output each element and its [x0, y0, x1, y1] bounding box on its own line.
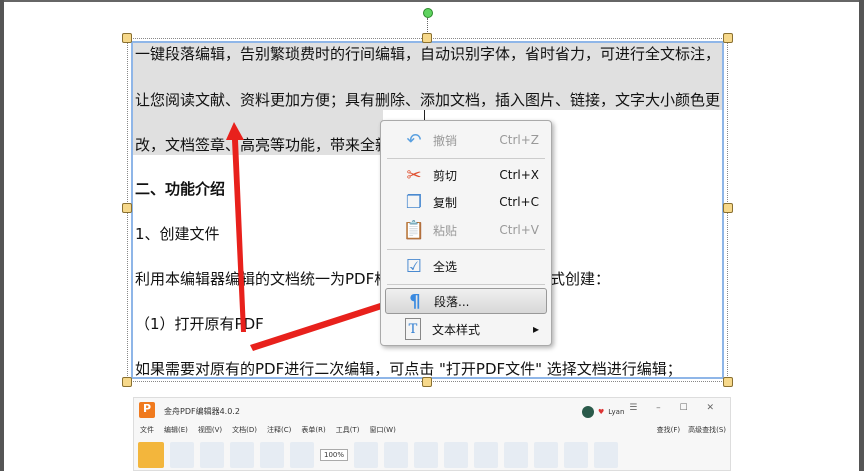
advanced-find-button[interactable]: 高级查找(S)	[688, 425, 726, 435]
edit-form-icon[interactable]	[444, 442, 469, 468]
app-screenshot: P 金舟PDF编辑器4.0.2 ♥ Lyan ☰ – ☐ ✕ 文件 编辑(E) …	[133, 397, 731, 471]
undo-icon: ↶	[406, 129, 422, 151]
paste-icon: 📋	[402, 219, 426, 241]
line-icon[interactable]	[504, 442, 529, 468]
measure-icon[interactable]	[594, 442, 619, 468]
shape-icon[interactable]	[534, 442, 559, 468]
menu-item-cut[interactable]: ✂ 剪切 Ctrl+X	[385, 162, 547, 188]
undo-redo-icon[interactable]	[200, 442, 224, 468]
find-button[interactable]: 查找(F)	[657, 425, 681, 435]
menu-separator	[387, 249, 545, 250]
context-menu: ↶ 撤销 Ctrl+Z ✂ 剪切 Ctrl+X ❐ 复制 Ctrl+C 📋 粘贴…	[380, 120, 552, 346]
menu-item-undo[interactable]: ↶ 撤销 Ctrl+Z	[385, 127, 547, 153]
page-icon[interactable]	[290, 442, 314, 468]
menu-view[interactable]: 视图(V)	[198, 425, 222, 435]
arrow-up	[226, 122, 246, 332]
user-info[interactable]: ♥ Lyan	[582, 406, 624, 418]
menu-item-copy[interactable]: ❐ 复制 Ctrl+C	[385, 189, 547, 215]
zoom-in-icon[interactable]	[354, 442, 379, 468]
zoom-select[interactable]: 100%	[320, 449, 349, 461]
menu-form[interactable]: 表单(R)	[301, 425, 325, 435]
copy-icon: ❐	[405, 191, 423, 213]
paragraph-icon: ¶	[409, 290, 421, 312]
text-style-icon: T	[405, 318, 421, 340]
menu-bar: 文件 编辑(E) 视图(V) 文档(D) 注释(C) 表单(R) 工具(T) 窗…	[140, 425, 396, 435]
menu-document[interactable]: 文档(D)	[232, 425, 257, 435]
toolbar: 100%	[134, 439, 730, 471]
menu-edit[interactable]: 编辑(E)	[164, 425, 188, 435]
menu-window[interactable]: 窗口(W)	[369, 425, 395, 435]
highlight-icon[interactable]	[474, 442, 499, 468]
select-all-icon: ☑	[405, 255, 423, 277]
find-bar: 查找(F) 高级查找(S)	[657, 425, 726, 435]
menu-item-text-style[interactable]: T 文本样式 ▸	[385, 316, 547, 342]
save-icon[interactable]	[170, 442, 194, 468]
scissors-icon: ✂	[406, 164, 422, 186]
menu-comment[interactable]: 注释(C)	[267, 425, 291, 435]
menu-separator	[387, 158, 545, 159]
add-text-icon[interactable]	[414, 442, 439, 468]
window-controls[interactable]: ☰ – ☐ ✕	[629, 403, 722, 413]
menu-item-select-all[interactable]: ☑ 全选	[385, 253, 547, 279]
submenu-arrow-icon: ▸	[532, 322, 539, 336]
app-title: 金舟PDF编辑器4.0.2	[164, 407, 240, 416]
menu-tools[interactable]: 工具(T)	[336, 425, 360, 435]
menu-separator	[387, 284, 545, 285]
avatar	[582, 406, 594, 418]
heart-icon: ♥	[598, 408, 605, 416]
app-logo: P	[139, 402, 155, 418]
menu-item-paragraph[interactable]: ¶ 段落...	[385, 288, 547, 314]
menu-item-paste[interactable]: 📋 粘贴 Ctrl+V	[385, 217, 547, 243]
edit-content-icon[interactable]	[384, 442, 409, 468]
camera-icon[interactable]	[260, 442, 284, 468]
hand-tool-icon[interactable]	[230, 442, 254, 468]
menu-file[interactable]: 文件	[140, 425, 154, 435]
stamp-icon[interactable]	[564, 442, 589, 468]
open-folder-icon[interactable]	[138, 442, 164, 468]
